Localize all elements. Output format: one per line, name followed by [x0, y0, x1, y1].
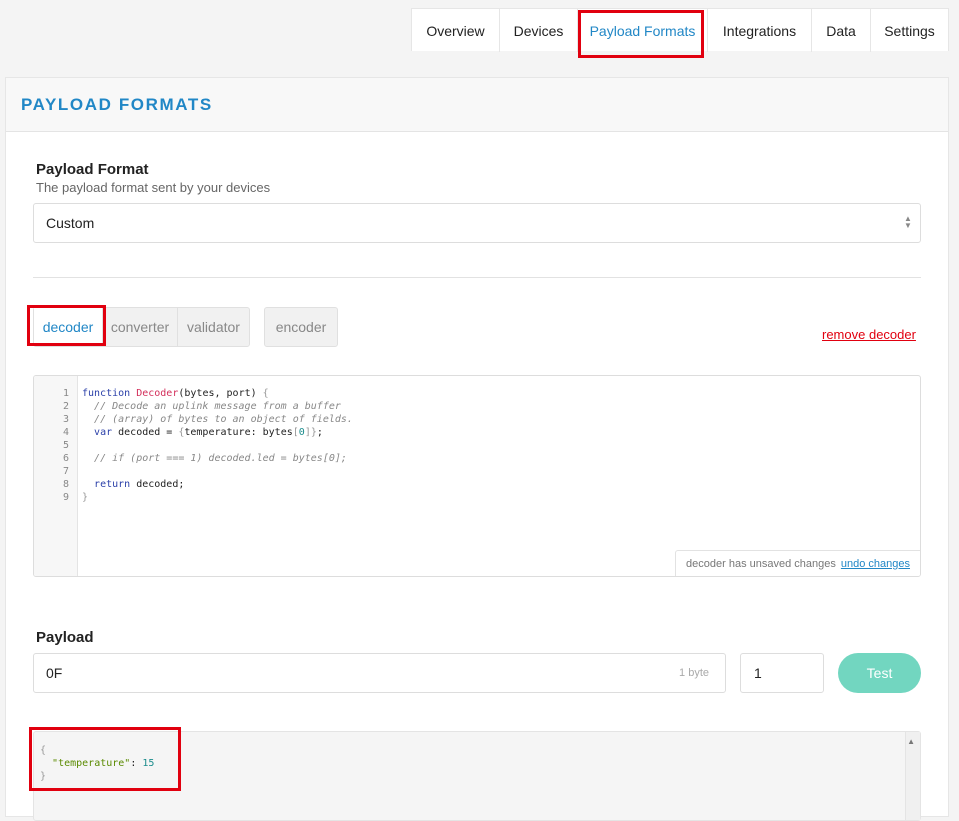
undo-changes-link[interactable]: undo changes: [841, 558, 910, 570]
chevron-up-down-icon: ▲ ▼: [904, 214, 912, 230]
line-number: 1: [62, 388, 69, 399]
tab-settings[interactable]: Settings: [871, 9, 948, 52]
tab-encoder[interactable]: encoder: [265, 308, 337, 346]
line-number-gutter: 1 2 3 4 5 6 7 8 9: [34, 376, 78, 576]
tab-devices[interactable]: Devices: [500, 9, 578, 52]
line-number: 4: [62, 427, 69, 438]
output-key: "temperature": [52, 758, 131, 769]
tab-overview[interactable]: Overview: [412, 9, 500, 52]
payload-label: Payload: [36, 629, 94, 646]
port-input[interactable]: 1: [740, 653, 824, 693]
payload-input[interactable]: 0F 1 byte: [33, 653, 726, 693]
payload-value: 0F: [46, 665, 63, 681]
scrollbar[interactable]: ▲: [905, 732, 920, 820]
unsaved-changes-notice: decoder has unsaved changes undo changes: [675, 550, 920, 576]
scroll-up-arrow-icon[interactable]: ▲: [907, 737, 915, 746]
encoder-tab-group: encoder: [264, 307, 338, 347]
code-editor[interactable]: 1 2 3 4 5 6 7 8 9 function Decoder(bytes…: [33, 375, 921, 577]
line-number: 6: [62, 453, 69, 464]
tab-decoder[interactable]: decoder: [34, 308, 103, 346]
payload-format-select[interactable]: Custom ▲ ▼: [33, 203, 921, 243]
line-number: 2: [62, 401, 69, 412]
line-number: 5: [62, 440, 69, 451]
output-value: 15: [142, 758, 155, 769]
divider: [33, 277, 921, 278]
line-number: 8: [62, 479, 69, 490]
decoded-output: { "temperature": 15 } ▲: [33, 731, 921, 821]
payload-format-help: The payload format sent by your devices: [36, 180, 271, 195]
payload-format-selected: Custom: [46, 215, 95, 231]
byte-count-hint: 1 byte: [679, 667, 709, 679]
tab-validator[interactable]: validator: [178, 308, 249, 346]
tab-converter[interactable]: converter: [103, 308, 178, 346]
panel-header: PAYLOAD FORMATS: [6, 78, 948, 132]
remove-decoder-link[interactable]: remove decoder: [822, 327, 916, 342]
top-tab-bar: Overview Devices Payload Formats Integra…: [411, 8, 949, 52]
port-value: 1: [754, 665, 762, 681]
test-button[interactable]: Test: [838, 653, 921, 693]
tab-data[interactable]: Data: [812, 9, 871, 52]
panel-title: PAYLOAD FORMATS: [21, 94, 213, 114]
line-number: 9: [62, 492, 69, 503]
tab-payload-formats[interactable]: Payload Formats: [578, 9, 708, 52]
payload-format-label: Payload Format: [36, 161, 149, 178]
line-number: 3: [62, 414, 69, 425]
decoder-source-code: function Decoder(bytes, port) { // Decod…: [82, 388, 353, 503]
unsaved-text: decoder has unsaved changes: [686, 557, 836, 570]
line-number: 7: [62, 466, 69, 477]
decoded-output-json: { "temperature": 15 }: [40, 745, 155, 782]
tab-integrations[interactable]: Integrations: [708, 9, 812, 52]
function-tab-group: decoder converter validator: [33, 307, 250, 347]
